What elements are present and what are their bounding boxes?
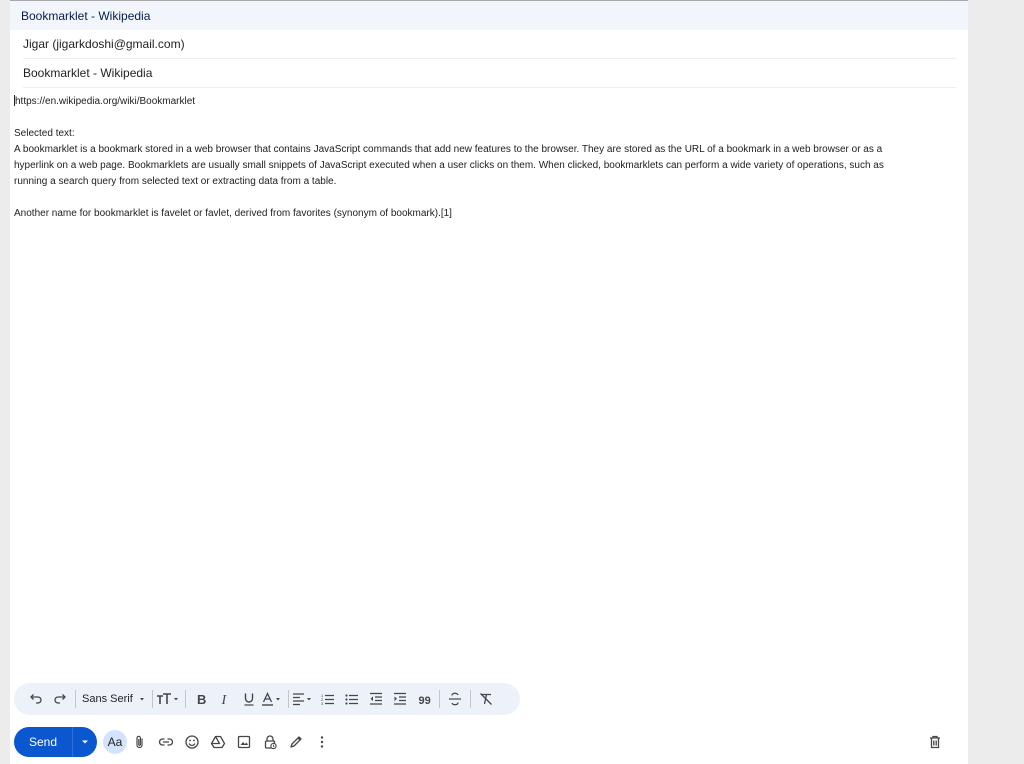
toolbar-separator: [287, 690, 289, 708]
compose-title: Bookmarklet - Wikipedia: [21, 8, 151, 23]
svg-text:99: 99: [418, 695, 430, 706]
chevron-down-icon: [139, 698, 144, 701]
svg-text:B: B: [197, 692, 206, 706]
recipient-chip[interactable]: Jigar (jigarkdoshi@gmail.com): [23, 37, 185, 51]
toolbar-separator: [469, 690, 471, 708]
remove-formatting-icon[interactable]: [474, 687, 498, 711]
signature-icon[interactable]: [283, 729, 309, 755]
discard-icon[interactable]: [922, 729, 948, 755]
chevron-down-icon: [82, 740, 88, 744]
redo-icon[interactable]: [48, 687, 72, 711]
more-options-icon[interactable]: [309, 729, 335, 755]
strikethrough-icon[interactable]: [443, 687, 467, 711]
emoji-icon[interactable]: [179, 729, 205, 755]
compose-header[interactable]: Bookmarklet - Wikipedia: [10, 1, 968, 30]
confidential-icon[interactable]: [257, 729, 283, 755]
svg-text:I: I: [220, 693, 227, 706]
quote-icon[interactable]: 99: [412, 687, 436, 711]
text-color-icon[interactable]: [261, 687, 285, 711]
paragraph1-line: A bookmarklet is a bookmark stored in a …: [14, 144, 883, 155]
photo-icon[interactable]: [231, 729, 257, 755]
paragraph1-line: running a search query from selected tex…: [14, 176, 337, 187]
formatting-options-button[interactable]: Aa: [103, 730, 127, 754]
numbered-list-icon[interactable]: 123: [316, 687, 340, 711]
undo-icon[interactable]: [24, 687, 48, 711]
bold-icon[interactable]: B: [189, 687, 213, 711]
toolbar-separator: [151, 690, 153, 708]
subject-text: Bookmarklet - Wikipedia: [23, 66, 153, 80]
indent-less-icon[interactable]: [364, 687, 388, 711]
text-size-icon[interactable]: [156, 687, 182, 711]
to-field[interactable]: Jigar (jigarkdoshi@gmail.com): [23, 30, 956, 59]
drive-icon[interactable]: [205, 729, 231, 755]
align-icon[interactable]: [292, 687, 316, 711]
selected-text-label: Selected text:: [14, 128, 75, 139]
send-button[interactable]: Send: [14, 727, 72, 757]
font-name: Sans Serif: [82, 693, 133, 705]
paragraph1-line: hyperlink on a web page. Bookmarklets ar…: [14, 160, 884, 171]
subject-field[interactable]: Bookmarklet - Wikipedia: [23, 59, 956, 88]
send-group: Send: [14, 727, 97, 757]
indent-more-icon[interactable]: [388, 687, 412, 711]
font-dropdown[interactable]: Sans Serif: [79, 687, 149, 711]
toolbar-separator: [75, 690, 76, 708]
formatting-toolbar: Sans Serif B I 123 99: [14, 683, 520, 715]
link-icon[interactable]: [153, 729, 179, 755]
attach-icon[interactable]: [127, 729, 153, 755]
send-options-button[interactable]: [72, 727, 97, 757]
body-url: https://en.wikipedia.org/wiki/Bookmarkle…: [15, 96, 196, 107]
message-body[interactable]: https://en.wikipedia.org/wiki/Bookmarkle…: [14, 94, 926, 222]
compose-action-bar: Send Aa: [14, 727, 948, 757]
paragraph2: Another name for bookmarklet is favelet …: [14, 208, 452, 219]
italic-icon[interactable]: I: [213, 687, 237, 711]
svg-text:3: 3: [321, 701, 324, 706]
toolbar-separator: [438, 690, 440, 708]
toolbar-separator: [184, 690, 186, 708]
bulleted-list-icon[interactable]: [340, 687, 364, 711]
underline-icon[interactable]: [237, 687, 261, 711]
